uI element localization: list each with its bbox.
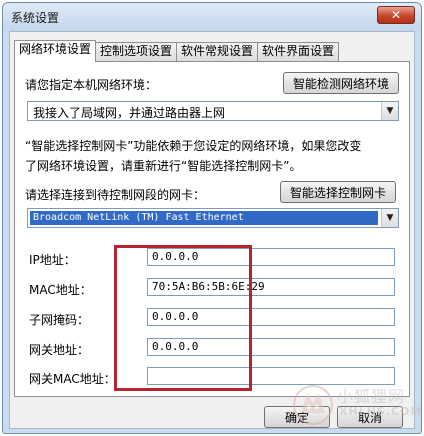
- chevron-down-icon[interactable]: ▼: [381, 209, 398, 227]
- env-prompt-label: 请您指定本机网络环境：: [25, 78, 158, 92]
- tab-control-options[interactable]: 控制选项设置: [95, 42, 178, 61]
- watermark-text-en: XHLHS.COM: [339, 405, 422, 418]
- detect-network-button[interactable]: 智能检测网络环境: [283, 72, 399, 94]
- watermark: 小狐狸网 XHLHS.COM: [291, 381, 421, 433]
- nic-select-value: Broadcom NetLink (TM) Fast Ethernet: [30, 211, 378, 225]
- close-icon: ✕: [390, 8, 402, 22]
- tab-interface-settings[interactable]: 软件界面设置: [257, 42, 340, 61]
- title-bar[interactable]: 系统设置 ✕: [3, 3, 421, 31]
- tab-strip: 网络环境设置 控制选项设置 软件常规设置 软件界面设置: [14, 40, 340, 62]
- watermark-text-cn: 小狐狸网: [337, 387, 406, 406]
- note-line-1: “智能选择控制网卡”功能依赖于您设定的网络环境，如果您改变: [25, 139, 362, 153]
- gateway-mac-label: 网关MAC地址：: [29, 372, 116, 386]
- mac-address-label: MAC地址：: [29, 283, 92, 297]
- nic-prompt-label: 请选择连接到待控制网段的网卡：: [25, 188, 206, 202]
- dialog-client: 网络环境设置 控制选项设置 软件常规设置 软件界面设置 请您指定本机网络环境： …: [9, 31, 415, 429]
- network-env-value: 我接入了局域网，并通过路由器上网: [33, 106, 226, 120]
- fox-logo-icon: [293, 385, 333, 425]
- chevron-down-icon[interactable]: ▼: [381, 102, 398, 120]
- subnet-mask-label: 子网掩码：: [29, 313, 90, 327]
- smart-select-nic-button[interactable]: 智能选择控制网卡: [280, 181, 396, 203]
- close-button[interactable]: ✕: [377, 6, 415, 24]
- nic-select[interactable]: Broadcom NetLink (TM) Fast Ethernet ▼: [27, 208, 399, 228]
- tab-general-settings[interactable]: 软件常规设置: [176, 42, 259, 61]
- gateway-address-label: 网关地址：: [29, 343, 90, 357]
- tab-network-settings[interactable]: 网络环境设置: [14, 40, 97, 62]
- note-line-2: 了网络环境设置，请重新进行“智能选择控制网卡”。: [25, 159, 302, 173]
- network-env-select[interactable]: 我接入了局域网，并通过路由器上网 ▼: [27, 101, 399, 121]
- settings-dialog: 系统设置 ✕ 网络环境设置 控制选项设置 软件常规设置 软件界面设置 请您指定本…: [2, 2, 422, 434]
- ip-address-label: IP地址：: [29, 253, 76, 267]
- window-title: 系统设置: [11, 11, 60, 25]
- highlight-box: [114, 245, 252, 391]
